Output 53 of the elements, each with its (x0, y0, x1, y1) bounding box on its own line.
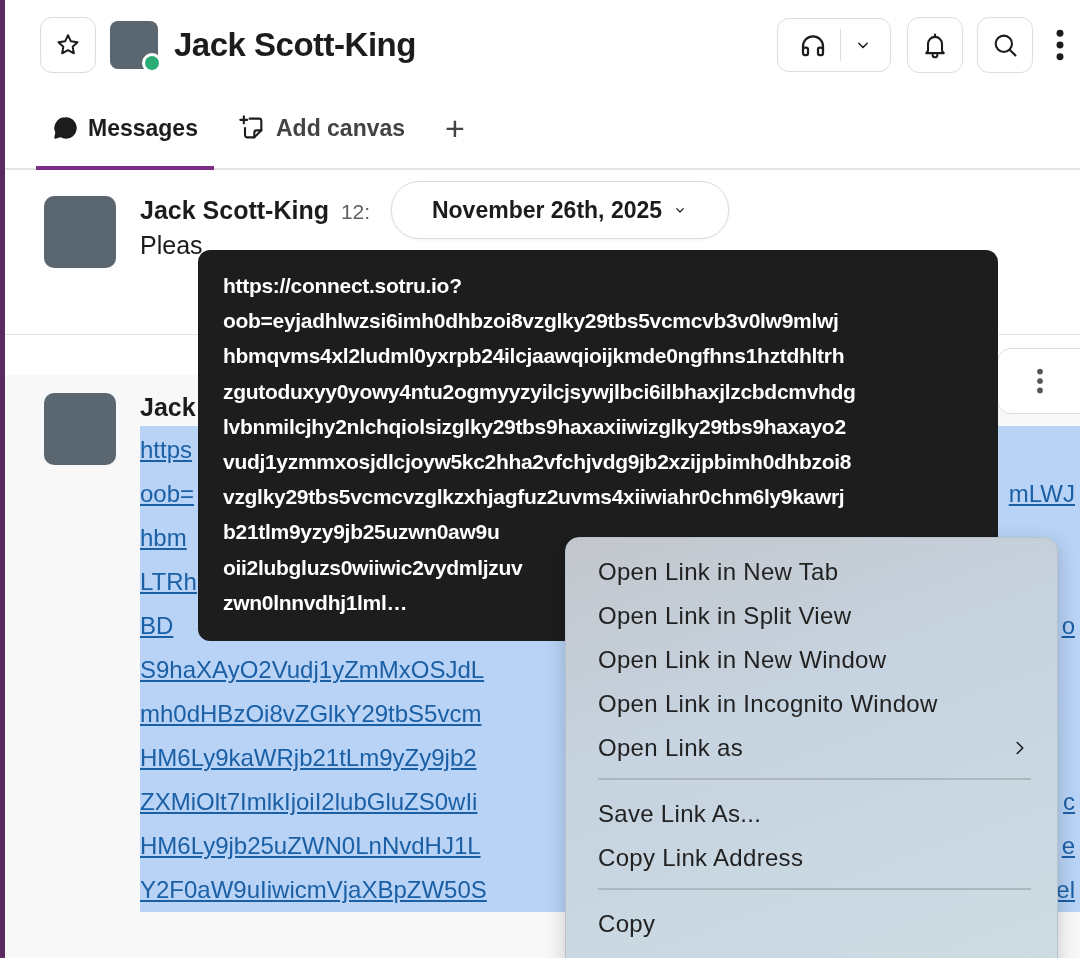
link-text[interactable]: BD (140, 612, 174, 640)
more-icon[interactable] (1036, 368, 1044, 394)
tooltip-text: hbmqvms4xl2ludml0yxrpb24ilcjaawqioijkmde0ngfhns1hztdhltrh (223, 343, 845, 370)
star-button[interactable] (40, 17, 96, 73)
timestamp[interactable]: 12: (340, 200, 371, 224)
menu-item[interactable]: Open Link as (566, 726, 1057, 770)
tooltip-text: lvbnmilcjhy2nlchqiolsizglky29tbs9haxaxiiwizglky29tbs9haxayo2 (223, 413, 846, 440)
menu-item[interactable]: Open Link in Split View (566, 594, 1057, 638)
tab[interactable]: Messages (36, 90, 214, 170)
menu-item[interactable]: Open Link in New Tab (566, 550, 1057, 594)
tooltip-text: vudj1yzmmxosjdlcjoyw5kc2hha2vfchjvdg9jb2xzijpbimh0dhbzoi8 (223, 449, 852, 475)
link-text[interactable]: c (1063, 788, 1075, 816)
link-text[interactable]: e (1061, 832, 1075, 860)
message-text: Pleas (140, 231, 204, 260)
tooltip-text: https://connect.sotru.io? (223, 273, 462, 299)
link-text[interactable]: HM6Ly9jb25uZWN0LnNvdHJ1L (140, 832, 481, 860)
link-text[interactable]: https (140, 436, 193, 464)
author-name[interactable]: Jack (140, 393, 196, 422)
more-icon[interactable] (1055, 29, 1065, 61)
avatar-photo (44, 196, 116, 268)
tooltip-text: vzglky29tbs5vcmcvzglkzxhjagfuz2uvms4xiiwiahr0chm6ly9kawrj (223, 484, 845, 511)
link-text[interactable]: el (1056, 876, 1075, 904)
tooltip-text: oob=eyjadhlwzsi6imh0dhbzoi8vzglky29tbs5vcmcvb3v0lw9mlwj (223, 308, 839, 335)
menu-item[interactable]: Copy Link Address (566, 836, 1057, 880)
tab[interactable]: Add canvas (221, 90, 422, 170)
link-text[interactable]: LTRh (140, 568, 197, 596)
avatar-photo (110, 21, 158, 69)
date-divider-button[interactable]: November 26th, 2025 (391, 181, 729, 239)
link-text[interactable]: mh0dHBzOi8vZGlkY29tbS5vcm (140, 700, 482, 728)
link-text[interactable]: oob= (140, 480, 195, 508)
tooltip-text: b21tlm9yzy9jb25uzwn0aw9u (223, 519, 500, 546)
link-text[interactable]: Y2F0aW9uIiwicmVjaXBpZW50S (140, 876, 487, 904)
tooltip-text: oii2lubgluzs0wiiwic2vydmljzuv (223, 554, 523, 581)
link-text[interactable]: mLWJ (1008, 480, 1075, 508)
menu-item[interactable]: Save Link As... (566, 792, 1057, 836)
menu-item[interactable]: Open Link in New Window (566, 638, 1057, 682)
link-text[interactable]: hbm (140, 524, 187, 552)
huddle-button[interactable] (777, 18, 891, 72)
link-text[interactable]: o (1061, 612, 1075, 640)
tooltip-text: zwn0lnnvdhj1lml… (223, 589, 408, 616)
menu-item[interactable]: Copy (566, 902, 1057, 946)
tooltip-text: zgutoduxyy0yowy4ntu2ogmyyzyilcjsywjlbci6ilbhaxjlzcbdcmvhdg (223, 378, 856, 405)
tab[interactable]: + (429, 90, 481, 170)
search-button[interactable] (977, 17, 1033, 73)
notifications-button[interactable] (907, 17, 963, 73)
link-text[interactable]: HM6Ly9kaWRjb21tLm9yZy9jb2 (140, 744, 477, 772)
chat-bubble-icon[interactable] (52, 115, 78, 141)
link-text[interactable]: ZXMiOlt7ImlkIjoiI2lubGluZS0wIi (140, 788, 478, 816)
author-name[interactable]: Jack Scott-King (140, 196, 329, 225)
channel-title: Jack Scott-King (174, 26, 416, 64)
avatar-photo (44, 393, 116, 465)
link-text[interactable]: S9haXAyO2Vudj1yZmMxOSJdL (140, 656, 485, 684)
menu-item[interactable]: Open Link in Incognito Window (566, 682, 1057, 726)
